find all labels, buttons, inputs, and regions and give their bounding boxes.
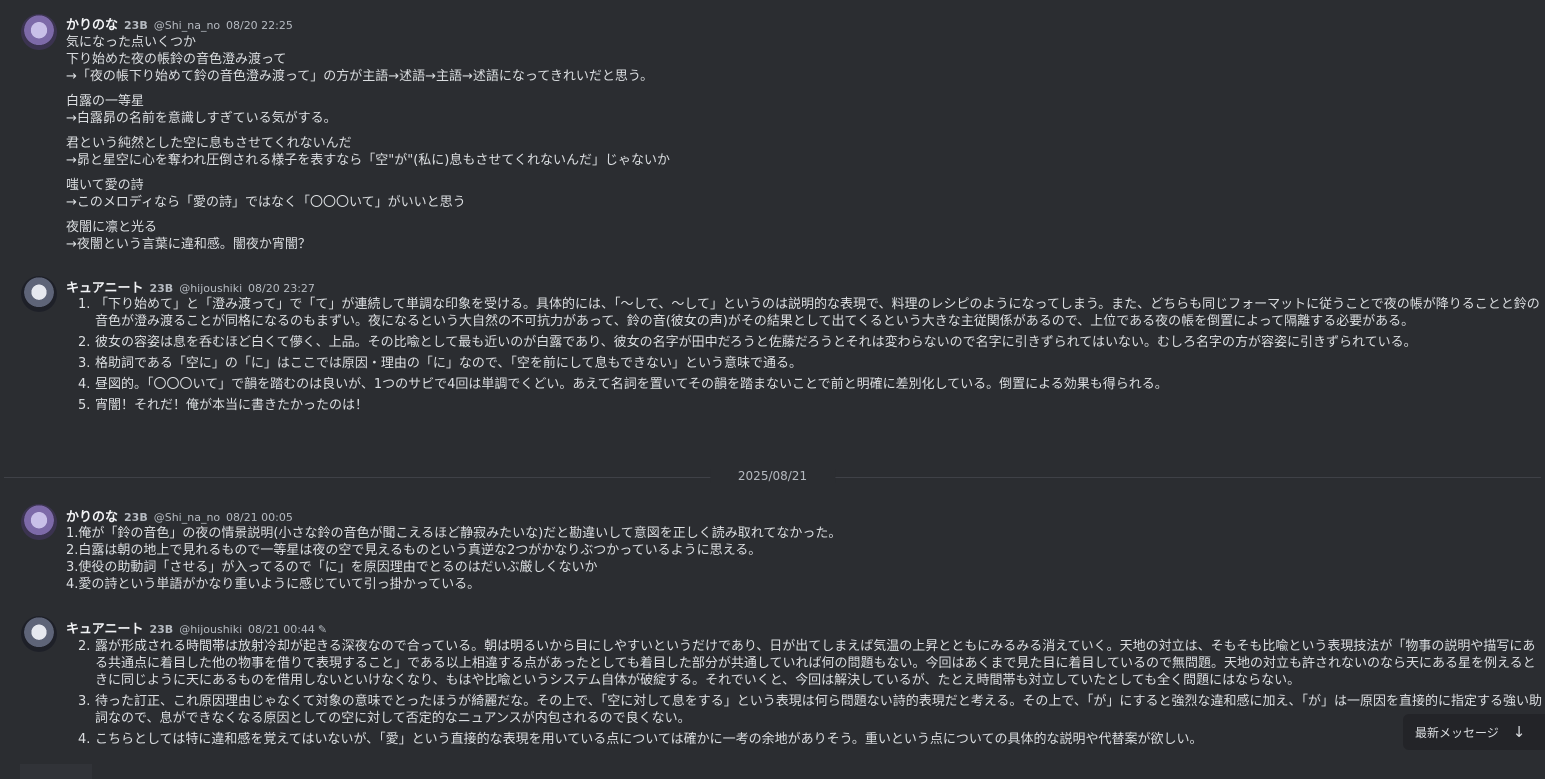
username[interactable]: キュアニート bbox=[66, 622, 143, 637]
user-tag: 23B bbox=[149, 623, 174, 636]
jump-to-latest-button[interactable]: 最新メッセージ ↓ bbox=[1403, 714, 1545, 750]
text-line: 下り始めた夜の帳鈴の音色澄み渡って bbox=[66, 52, 287, 67]
user-handle[interactable]: @Shi_na_no bbox=[154, 19, 220, 32]
text-line: 1.俺が「鈴の音色」の夜の情景説明(小さな鈴の音色が聞こえるほど静寂みたいな)だ… bbox=[66, 526, 842, 541]
text-line: →夜闇という言葉に違和感。闇夜か宵闇？ bbox=[66, 237, 311, 252]
user-handle[interactable]: @hijoushiki bbox=[179, 623, 242, 636]
text-line: 夜闇に凛と光る bbox=[66, 220, 158, 235]
timestamp: 08/20 23:27 bbox=[248, 282, 315, 295]
user-handle[interactable]: @Shi_na_no bbox=[154, 511, 220, 524]
text-line: 4.愛の詩という単語がかなり重いように感じていて引っ掛かっている。 bbox=[66, 577, 481, 592]
timestamp: 08/21 00:44 bbox=[248, 623, 315, 636]
user-tag: 23B bbox=[124, 511, 148, 524]
list-item: 1. 「下り始めて」と「澄み渡って」で「て」が連続して単調な印象を受ける。具体的に… bbox=[78, 297, 1540, 329]
message-list: 1. 「下り始めて」と「澄み渡って」で「て」が連続して単調な印象を受ける。具体的に… bbox=[66, 296, 1543, 418]
message-header: キュアニート 23B @hijoushiki 08/21 00:44 ✎ bbox=[66, 618, 327, 637]
user-handle[interactable]: @hijoushiki bbox=[179, 282, 242, 295]
text-line: 2.白露は朝の地上で見れるもので一等星は夜の空で見えるものという真逆な2つがかな… bbox=[66, 543, 762, 558]
list-item: 4. 昼図的。「〇〇〇いて」で韻を踏むのは良いが、1つのサビで4回は単調でくどい。… bbox=[78, 377, 1168, 392]
list-item: 4. こちらとしては特に違和感を覚えてはいないが、「愛」という直接的な表現を用いて… bbox=[78, 732, 1203, 747]
timestamp: 08/20 22:25 bbox=[225, 19, 293, 32]
avatar[interactable] bbox=[21, 14, 57, 50]
list-item: 3. 待った訂正、これ原因理由じゃなくて対象の意味でとったほうが綺麗だな。その上で… bbox=[78, 694, 1543, 726]
text-line: 白露の一等星 bbox=[66, 94, 145, 109]
message-list: 2. 露が形成される時間帯は放射冷却が起きる深夜なので合っている。朝は明るいから目… bbox=[66, 638, 1543, 752]
text-line: →白露昴の名前を意識しすぎている気がする。 bbox=[66, 111, 337, 126]
message-header: キュアニート 23B @hijoushiki 08/20 23:27 bbox=[66, 277, 315, 296]
username[interactable]: キュアニート bbox=[66, 281, 143, 296]
user-tag: 23B bbox=[149, 282, 174, 295]
message-content: 気になった点いくつか 下り始めた夜の帳鈴の音色澄み渡って →「夜の帳下り始めて鈴… bbox=[66, 34, 1537, 253]
avatar[interactable] bbox=[21, 504, 57, 540]
list-item: 2. 露が形成される時間帯は放射冷却が起きる深夜なので合っている。朝は明るいから目… bbox=[78, 639, 1536, 688]
message-content: 1.俺が「鈴の音色」の夜の情景説明(小さな鈴の音色が聞こえるほど静寂みたいな)だ… bbox=[66, 525, 1537, 593]
list-item: 2. 彼女の容姿は息を呑むほど白くて儚く、上品。その比喩として最も近いのが白露であ… bbox=[78, 335, 1417, 350]
username[interactable]: かりのな bbox=[66, 18, 118, 33]
text-line: 3.使役の助動詞「させる」が入ってるので「に」を原因理由でとるのはだいぶ厳しくな… bbox=[66, 560, 598, 575]
text-line: 気になった点いくつか bbox=[66, 35, 197, 50]
text-line: 君という純然とした空に息もさせてくれないんだ bbox=[66, 136, 352, 151]
avatar[interactable] bbox=[21, 276, 57, 312]
date-divider-label: 2025/08/21 bbox=[709, 469, 836, 483]
list-item: 5. 宵闇！それだ！俺が本当に書きたかったのは！ bbox=[78, 398, 369, 413]
list-item: 3. 格助詞である「空に」の「に」はここでは原因・理由の「に」なので、「空を前にし… bbox=[78, 356, 802, 371]
user-tag: 23B bbox=[124, 19, 148, 32]
message-header: かりのな 23B @Shi_na_no 08/21 00:05 bbox=[66, 506, 293, 525]
text-line: →昴と星空に心を奪われ圧倒される様子を表すなら「空"が"(私に)息もさせてくれな… bbox=[66, 153, 670, 168]
username[interactable]: かりのな bbox=[66, 510, 118, 525]
composer-edge bbox=[20, 764, 92, 779]
text-line: →「夜の帳下り始めて鈴の音色澄み渡って」の方が主語→述語→主語→述語になってきれ… bbox=[66, 69, 654, 84]
jump-to-latest-label: 最新メッセージ bbox=[1415, 725, 1499, 740]
avatar[interactable] bbox=[21, 616, 57, 652]
text-line: →このメロディなら「愛の詩」ではなく「〇〇〇いて」がいいと思う bbox=[66, 195, 466, 210]
timestamp: 08/21 00:05 bbox=[225, 511, 293, 524]
edited-pencil-icon: ✎ bbox=[317, 623, 328, 636]
arrow-down-icon: ↓ bbox=[1512, 723, 1526, 741]
message-header: かりのな 23B @Shi_na_no 08/20 22:25 bbox=[66, 14, 293, 33]
text-line: 嗤いて愛の詩 bbox=[66, 178, 144, 193]
